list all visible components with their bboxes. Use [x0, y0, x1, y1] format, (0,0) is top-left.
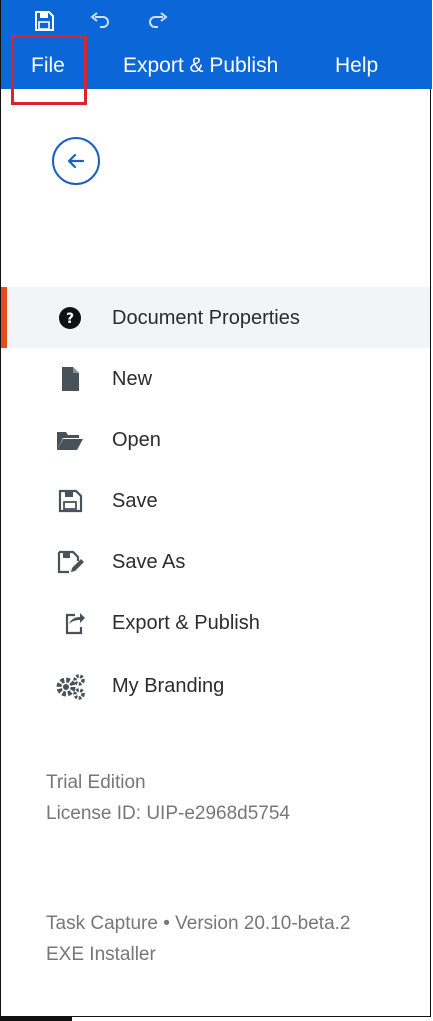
- file-icon: [55, 365, 85, 393]
- nav-item-label: Save: [112, 490, 158, 512]
- backstage-nav: ? Document Properties New Open Save Save…: [1, 287, 430, 714]
- version-info: Task Capture • Version 20.10-beta.2 EXE …: [46, 908, 351, 970]
- nav-item-export-publish[interactable]: Export & Publish: [1, 592, 430, 653]
- nav-item-open[interactable]: Open: [1, 409, 430, 470]
- nav-item-new[interactable]: New: [1, 348, 430, 409]
- menu-export-publish[interactable]: Export & Publish: [123, 52, 278, 80]
- svg-text:?: ?: [66, 311, 74, 327]
- nav-item-label: My Branding: [112, 675, 225, 697]
- floppy-icon: [55, 487, 85, 515]
- arrow-left-icon: [67, 153, 85, 169]
- nav-item-label: Open: [112, 429, 161, 451]
- question-circle-icon: ?: [55, 304, 85, 332]
- folder-open-icon: [55, 426, 85, 454]
- nav-item-document-properties[interactable]: ? Document Properties: [1, 287, 430, 348]
- bottom-strip: [0, 1017, 72, 1021]
- save-icon[interactable]: [33, 10, 55, 32]
- floppy-pencil-icon: [55, 548, 85, 576]
- installer-text: EXE Installer: [46, 944, 156, 965]
- nav-item-label: Save As: [112, 551, 186, 573]
- license-info: Trial Edition License ID: UIP-e2968d5754: [46, 767, 290, 829]
- title-bar: File Export & Publish Help: [1, 0, 432, 89]
- nav-item-label: New: [112, 368, 153, 390]
- backstage-panel: File Export & Publish Help ? Document Pr…: [0, 0, 432, 1017]
- version-text: Task Capture • Version 20.10-beta.2: [46, 913, 351, 934]
- back-button[interactable]: [52, 137, 100, 185]
- menu-help[interactable]: Help: [335, 52, 378, 80]
- nav-item-label: Export & Publish: [112, 612, 260, 634]
- edition-text: Trial Edition: [46, 772, 146, 793]
- menu-file[interactable]: File: [31, 52, 65, 80]
- redo-icon[interactable]: [147, 10, 169, 32]
- nav-item-save-as[interactable]: Save As: [1, 531, 430, 592]
- nav-item-label: Document Properties: [112, 307, 300, 329]
- undo-icon[interactable]: [89, 10, 111, 32]
- share-icon: [55, 609, 85, 637]
- license-id-text: License ID: UIP-e2968d5754: [46, 803, 290, 824]
- nav-item-my-branding[interactable]: My Branding: [1, 653, 430, 714]
- nav-item-save[interactable]: Save: [1, 470, 430, 531]
- gears-icon: [55, 672, 85, 700]
